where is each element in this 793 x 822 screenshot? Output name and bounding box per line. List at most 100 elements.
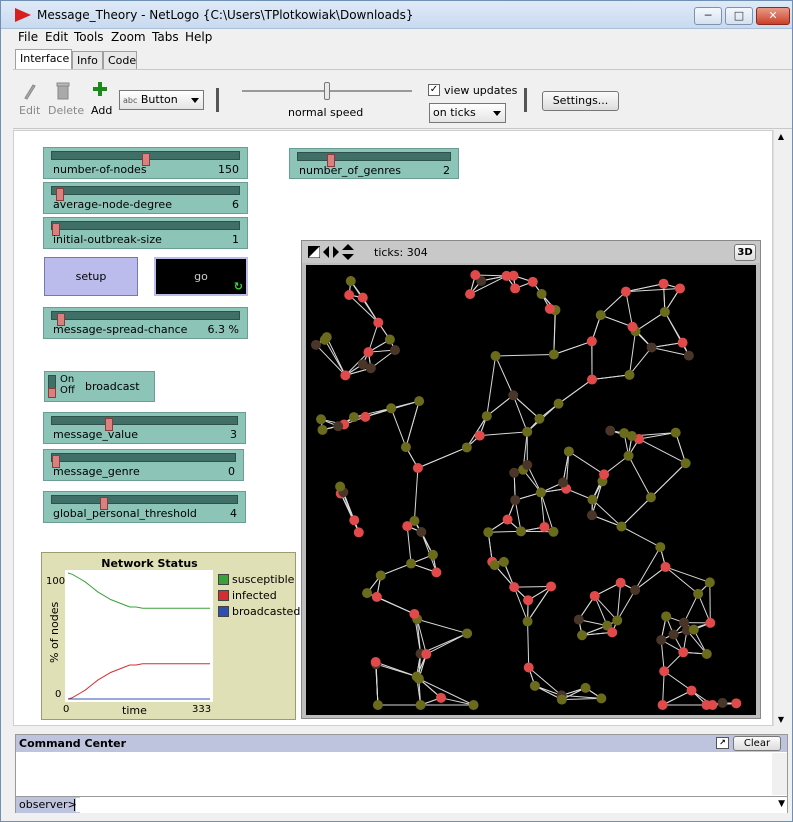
network-node[interactable] [431,567,442,578]
network-node[interactable] [599,469,610,480]
scroll-down-icon[interactable]: ▼ [774,715,788,724]
network-node[interactable] [612,615,623,626]
edit-button[interactable]: Edit [19,104,40,117]
network-node[interactable] [523,595,534,606]
network-node[interactable] [674,283,685,294]
network-node[interactable] [345,276,356,287]
network-node[interactable] [659,666,670,677]
network-node[interactable] [626,431,637,442]
widget-type-select[interactable]: abc Button [119,90,204,110]
network-node[interactable] [656,634,667,645]
tab-interface[interactable]: Interface [15,49,72,69]
network-node[interactable] [580,682,591,693]
menu-help[interactable]: Help [185,30,212,44]
network-node[interactable] [623,450,634,461]
network-node[interactable] [461,442,472,453]
network-node[interactable] [539,522,550,533]
network-node[interactable] [509,582,520,593]
expand-icon[interactable]: ↗ [716,737,729,749]
slider-average-node-degree[interactable]: average-node-degree 6 [43,182,248,214]
network-node[interactable] [406,558,417,569]
switch-thumb[interactable] [48,388,56,398]
network-node[interactable] [616,521,627,532]
network-node[interactable] [607,627,618,638]
network-node[interactable] [556,694,567,705]
network-node[interactable] [605,425,616,436]
interface-scrollbar[interactable]: ▲ ▼ [773,130,788,726]
move-vertical-icon[interactable] [342,244,354,260]
network-node[interactable] [536,288,547,299]
network-node[interactable] [340,370,351,381]
network-node[interactable] [436,692,447,703]
network-node[interactable] [384,334,395,345]
command-output-scrollbar[interactable] [772,753,787,795]
network-node[interactable] [481,411,492,422]
network-node[interactable] [462,628,473,639]
network-node[interactable] [587,494,598,505]
network-node[interactable] [386,403,397,414]
network-node[interactable] [317,424,328,435]
network-node[interactable] [660,561,671,572]
broadcast-switch[interactable]: On Off broadcast [44,371,155,402]
network-node[interactable] [563,446,574,457]
network-node[interactable] [498,556,509,567]
network-node[interactable] [522,616,533,627]
network-node[interactable] [375,570,386,581]
network-node[interactable] [553,398,564,409]
update-mode-select[interactable]: on ticks [429,103,506,123]
network-node[interactable] [490,350,501,361]
tab-code[interactable]: Code [103,51,137,69]
network-node[interactable] [523,662,534,673]
network-node[interactable] [683,350,694,361]
network-node[interactable] [414,396,425,407]
network-node[interactable] [701,649,712,660]
network-node[interactable] [416,527,427,538]
add-button[interactable]: Add [91,104,112,117]
network-node[interactable] [489,560,500,571]
network-node[interactable] [659,306,670,317]
network-node[interactable] [311,339,321,350]
network-node[interactable] [349,515,360,526]
network-node[interactable] [577,630,588,641]
network-node[interactable] [573,614,584,625]
speed-slider-thumb[interactable] [324,82,330,100]
network-node[interactable] [527,276,538,287]
network-node[interactable] [365,363,376,374]
network-node[interactable] [548,349,559,360]
network-node[interactable] [693,588,704,599]
menu-tabs[interactable]: Tabs [152,30,179,44]
network-node[interactable] [412,463,423,474]
network-node[interactable] [316,414,327,425]
chevron-down-icon[interactable]: ▼ [778,799,785,809]
network-node[interactable] [646,342,657,353]
command-input[interactable] [76,798,756,812]
network-node[interactable] [657,700,668,710]
network-node[interactable] [474,430,485,441]
network-node[interactable] [468,700,479,710]
network-node[interactable] [400,442,411,453]
network-node[interactable] [321,332,332,343]
slider-global-personal-threshold[interactable]: global_personal_threshold 4 [43,491,246,523]
network-node[interactable] [370,657,381,668]
network-node[interactable] [360,411,371,422]
network-node[interactable] [502,514,513,525]
world-canvas[interactable] [306,265,756,715]
network-node[interactable] [688,624,699,635]
network-node[interactable] [390,345,401,356]
close-button[interactable]: ✕ [756,7,790,25]
go-button[interactable]: go ↻ [154,257,248,296]
three-d-button[interactable]: 3D [734,244,756,261]
network-node[interactable] [372,700,383,710]
network-node[interactable] [509,467,520,478]
network-node[interactable] [630,585,641,596]
network-node[interactable] [483,527,494,538]
network-node[interactable] [704,577,715,588]
delete-button[interactable]: Delete [48,104,84,117]
network-node[interactable] [535,487,546,498]
network-node[interactable] [415,700,426,710]
setup-button[interactable]: setup [44,257,138,296]
network-node[interactable] [353,527,364,538]
view-updates-checkbox[interactable]: ✓ [428,84,440,96]
network-node[interactable] [587,374,598,385]
network-node[interactable] [596,693,607,704]
